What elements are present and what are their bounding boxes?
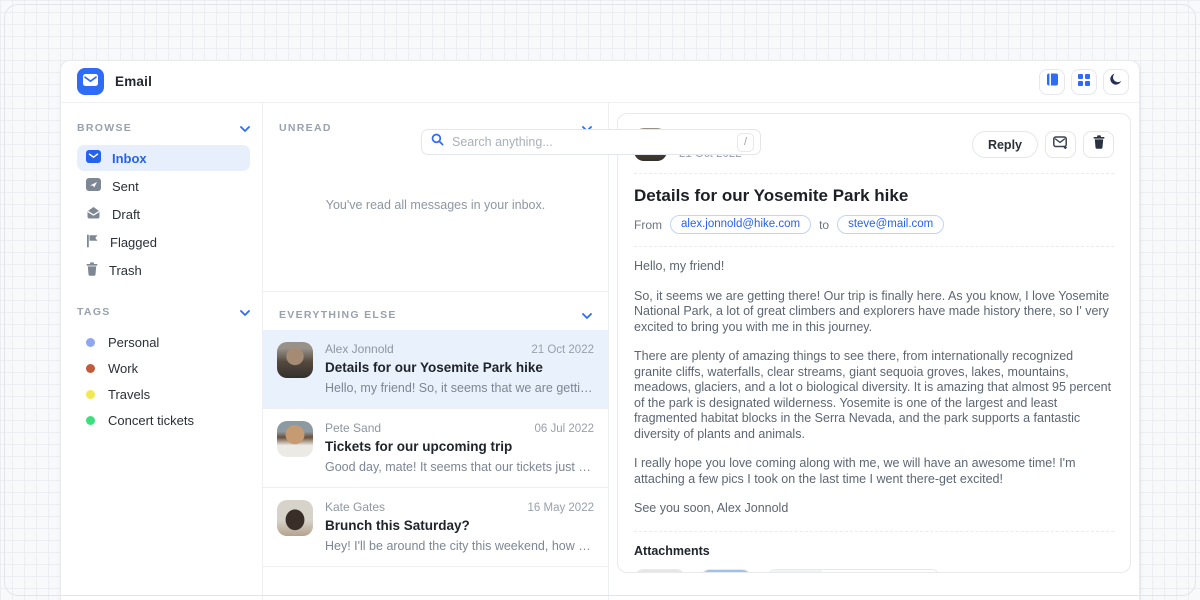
- email-sender: Pete Sand: [325, 421, 381, 435]
- email-subject: Tickets for our upcoming trip: [325, 439, 594, 454]
- sidebar-item-trash[interactable]: Trash: [77, 257, 250, 283]
- unread-empty-message: You've read all messages in your inbox.: [279, 145, 592, 265]
- app-title: Email: [115, 74, 152, 89]
- email-app-window: Email /: [60, 60, 1140, 600]
- sidebar-item-label: Draft: [112, 207, 140, 222]
- sidebar-item-draft[interactable]: Draft: [77, 201, 250, 227]
- everything-else-section-label: EVERYTHING ELSE: [279, 309, 397, 321]
- tag-dot-icon: [86, 364, 95, 373]
- avatar: [277, 421, 313, 457]
- search-input[interactable]: [452, 135, 729, 149]
- flag-icon: [86, 234, 99, 251]
- tag-label: Work: [108, 361, 138, 376]
- email-date: 16 May 2022: [528, 502, 595, 514]
- email-sender: Alex Jonnold: [325, 342, 394, 356]
- from-label: From: [634, 218, 662, 232]
- trash-icon: [1093, 135, 1105, 154]
- from-email-chip[interactable]: alex.jonnold@hike.com: [670, 215, 811, 234]
- avatar: [277, 342, 313, 378]
- search-icon: [431, 133, 444, 151]
- trash-icon: [86, 262, 98, 279]
- sidebar-item-label: Flagged: [110, 235, 157, 250]
- search-shortcut-badge: /: [737, 133, 754, 152]
- tag-dot-icon: [86, 416, 95, 425]
- tag-label: Concert tickets: [108, 413, 194, 428]
- tag-item-concert-tickets[interactable]: Concert tickets: [77, 407, 250, 433]
- email-list-item[interactable]: Kate Gates 16 May 2022 Brunch this Satur…: [263, 488, 608, 567]
- tag-dot-icon: [86, 390, 95, 399]
- book-icon: [1046, 73, 1059, 91]
- body-paragraph: See you soon, Alex Jonnold: [634, 501, 1114, 517]
- to-label: to: [819, 218, 829, 232]
- sidebar: BROWSE Inbox Sent: [61, 103, 263, 600]
- library-button[interactable]: [1039, 69, 1065, 95]
- attachment-file-card[interactable]: videos-hike.zip 100 MB: [766, 569, 941, 574]
- delete-mail-button[interactable]: [1083, 131, 1114, 158]
- email-preview: Good day, mate! It seems that our ticket…: [325, 460, 594, 474]
- email-list-item[interactable]: Alex Jonnold 21 Oct 2022 Details for our…: [263, 330, 608, 409]
- tag-label: Personal: [108, 335, 159, 350]
- apps-button[interactable]: [1071, 69, 1097, 95]
- tag-dot-icon: [86, 338, 95, 347]
- divider: [634, 246, 1114, 247]
- email-list-item[interactable]: Pete Sand 06 Jul 2022 Tickets for our up…: [263, 409, 608, 488]
- body-paragraph: There are plenty of amazing things to se…: [634, 349, 1114, 442]
- chevron-down-icon[interactable]: [240, 119, 250, 137]
- email-preview: Hello, my friend! So, it seems that we a…: [325, 381, 594, 395]
- email-detail-pane: Alex Jonnold 21 Oct 2022 Reply: [609, 103, 1139, 600]
- sidebar-item-flagged[interactable]: Flagged: [77, 229, 250, 255]
- email-body: Hello, my friend! So, it seems we are ge…: [634, 259, 1114, 517]
- email-list-column: UNREAD You've read all messages in your …: [263, 103, 609, 600]
- draft-icon: [86, 206, 101, 222]
- tag-item-personal[interactable]: Personal: [77, 329, 250, 355]
- inbox-icon: [86, 150, 101, 166]
- divider: [634, 531, 1114, 532]
- sidebar-item-label: Trash: [109, 263, 142, 278]
- attachment-photo-thumbnail[interactable]: [634, 569, 686, 574]
- sidebar-item-label: Inbox: [112, 151, 147, 166]
- email-subject: Details for our Yosemite Park hike: [325, 360, 594, 375]
- body-paragraph: I really hope you love coming along with…: [634, 456, 1114, 487]
- search-bar[interactable]: /: [421, 129, 761, 155]
- email-sender: Kate Gates: [325, 500, 385, 514]
- envelope-logo-icon: [83, 73, 98, 91]
- moon-icon: [1109, 72, 1123, 91]
- body-paragraph: Hello, my friend!: [634, 259, 1114, 275]
- reply-button[interactable]: Reply: [972, 131, 1038, 158]
- browse-section-label: BROWSE: [77, 122, 132, 134]
- sidebar-item-sent[interactable]: Sent: [77, 173, 250, 199]
- grid-icon: [1078, 73, 1090, 91]
- email-date: 21 Oct 2022: [531, 344, 594, 356]
- body-paragraph: So, it seems we are getting there! Our t…: [634, 289, 1114, 336]
- tag-item-work[interactable]: Work: [77, 355, 250, 381]
- attachment-photo-thumbnail[interactable]: [700, 569, 752, 574]
- attachments-label: Attachments: [634, 544, 1114, 558]
- detail-subject: Details for our Yosemite Park hike: [634, 186, 1114, 206]
- email-date: 06 Jul 2022: [535, 423, 594, 435]
- to-email-chip[interactable]: steve@mail.com: [837, 215, 944, 234]
- sidebar-item-label: Sent: [112, 179, 139, 194]
- chevron-down-icon[interactable]: [240, 303, 250, 321]
- chevron-down-icon[interactable]: [582, 306, 592, 324]
- email-detail-card: Alex Jonnold 21 Oct 2022 Reply: [617, 113, 1131, 573]
- email-preview: Hey! I'll be around the city this weeken…: [325, 539, 594, 553]
- divider: [634, 173, 1114, 174]
- forward-mail-button[interactable]: [1045, 131, 1076, 158]
- sent-icon: [86, 178, 101, 194]
- tags-section-label: TAGS: [77, 306, 111, 318]
- tag-item-travels[interactable]: Travels: [77, 381, 250, 407]
- avatar: [277, 500, 313, 536]
- unread-section-label: UNREAD: [279, 122, 332, 134]
- app-header: Email: [61, 61, 1139, 103]
- mail-plus-icon: [1053, 136, 1068, 154]
- email-subject: Brunch this Saturday?: [325, 518, 594, 533]
- app-logo: [77, 68, 104, 95]
- tag-label: Travels: [108, 387, 150, 402]
- dark-mode-toggle[interactable]: [1103, 69, 1129, 95]
- sidebar-item-inbox[interactable]: Inbox: [77, 145, 250, 171]
